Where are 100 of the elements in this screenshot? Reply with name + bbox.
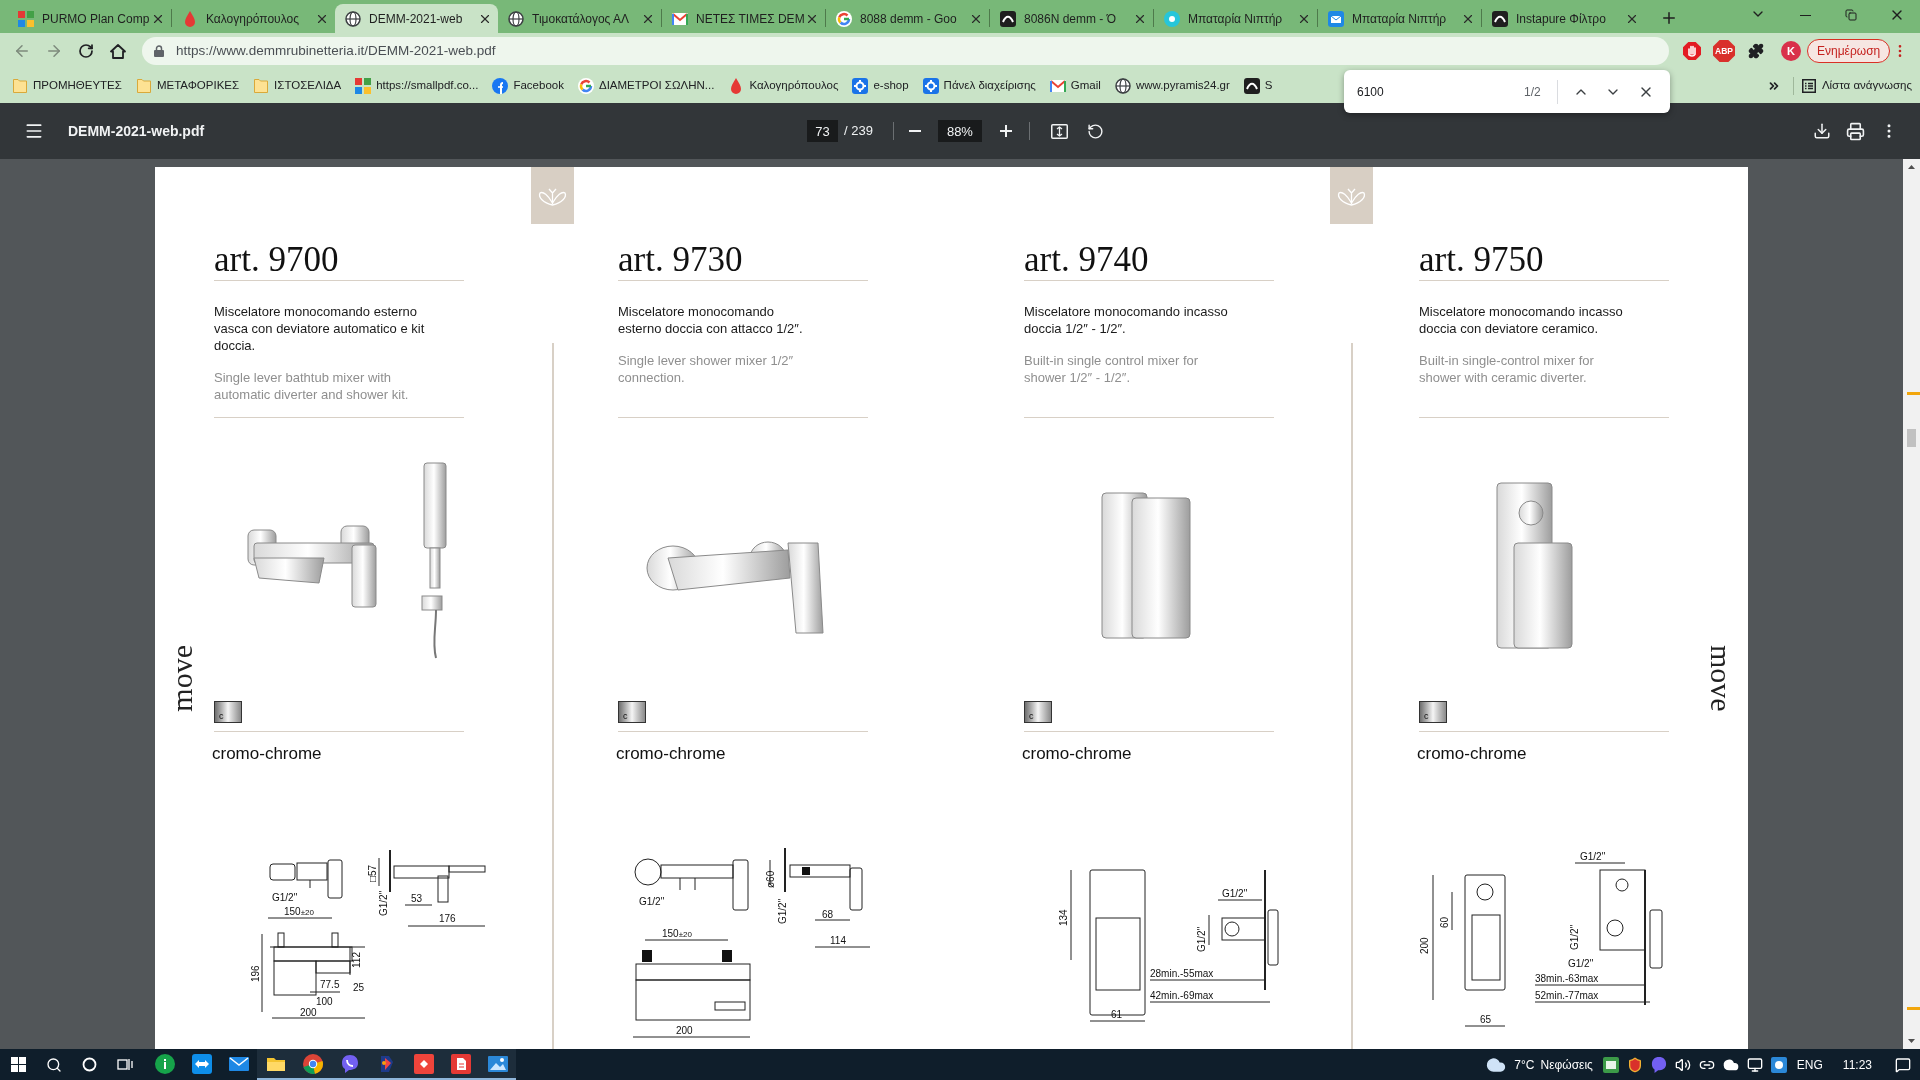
description-english: Built-in single control mixer for shower 1/2″ - 1/2″. bbox=[1024, 352, 1199, 386]
globe-icon bbox=[345, 10, 361, 27]
squares-icon bbox=[18, 10, 34, 27]
squares-icon bbox=[355, 78, 372, 94]
dimension-label: 68 bbox=[822, 909, 834, 920]
browser-tab[interactable]: Καλογηρόπουλος bbox=[172, 4, 335, 33]
app-tray-icon[interactable] bbox=[1602, 1056, 1619, 1073]
stop-hand-icon bbox=[1683, 42, 1701, 60]
arc-ring-icon bbox=[836, 10, 852, 27]
match-count: 1/2 bbox=[1524, 83, 1541, 101]
description-english: Single lever bathtub mixer with automatic diverter and shower kit. bbox=[214, 369, 409, 403]
dimension-label: 53 bbox=[411, 893, 423, 904]
arc-ring-icon bbox=[577, 78, 594, 94]
profile-avatar[interactable]: K bbox=[1781, 41, 1801, 61]
envelope-icon bbox=[1328, 10, 1344, 27]
dimension-label: 200 bbox=[1419, 937, 1430, 954]
bookmark-item[interactable]: ΔΙΑΜΕΤΡΟΙ ΣΩΛΗΝ... bbox=[571, 73, 721, 99]
finish-swatch: c bbox=[214, 701, 242, 723]
browser-tab[interactable]: Τιμοκατάλογος ΑΛ bbox=[498, 4, 661, 33]
dimension-label: G1/2" bbox=[378, 890, 389, 916]
drop-icon bbox=[182, 10, 198, 27]
print-icon[interactable] bbox=[1846, 121, 1865, 141]
taskbar-app[interactable] bbox=[479, 1049, 516, 1080]
side-label: move bbox=[171, 645, 193, 712]
dimension-label: 150±20 bbox=[284, 906, 314, 917]
page-count: / 239 bbox=[844, 122, 873, 141]
description-italian: Miscelatore monocomando esterno doccia con attacco 1/2″. bbox=[618, 303, 803, 337]
chat-bubble-icon bbox=[339, 1053, 360, 1074]
bookmark-item[interactable]: www.pyramis24.gr bbox=[1108, 73, 1236, 99]
mail-icon bbox=[672, 10, 688, 27]
description-italian: Miscelatore monocomando incasso doccia 1/2″ - 1/2″. bbox=[1024, 303, 1228, 337]
dimension-label: 200 bbox=[676, 1025, 693, 1036]
chat-bubble-icon[interactable] bbox=[1650, 1056, 1667, 1073]
minus-icon bbox=[908, 130, 921, 132]
shield-icon[interactable] bbox=[1626, 1056, 1643, 1073]
page-number-field[interactable]: 73 bbox=[807, 120, 838, 142]
description-english: Built-in single-control mixer for shower with ceramic diverter. bbox=[1419, 352, 1594, 386]
finish-name: cromo-chrome bbox=[212, 744, 322, 764]
browser-tab[interactable]: DEMM-2021-web bbox=[335, 4, 498, 33]
ring-icon bbox=[82, 1057, 97, 1072]
dimension-label: □57 bbox=[367, 864, 378, 882]
browser-tab[interactable]: 8088 demm - Goo bbox=[826, 4, 989, 33]
logo-badge-icon bbox=[1243, 78, 1260, 94]
crosshair-icon bbox=[922, 78, 939, 94]
address-bar[interactable]: https://www.demmrubinetteria.it/DEMM-2021-web.pdf bbox=[142, 37, 1669, 65]
dimension-label: 114 bbox=[830, 935, 846, 946]
temperature: 7°C bbox=[1514, 1056, 1535, 1074]
dimension-label: G1/2" bbox=[777, 898, 788, 924]
logo-badge-icon bbox=[1492, 10, 1508, 27]
plus-icon bbox=[1660, 9, 1678, 27]
dimension-label: G1/2" bbox=[1569, 924, 1580, 950]
diamond-app-icon bbox=[413, 1053, 434, 1074]
scrollbar-thumb[interactable] bbox=[1907, 429, 1916, 447]
home-icon bbox=[110, 43, 126, 59]
zoom-field[interactable]: 88% bbox=[937, 120, 982, 142]
browser-tab[interactable]: 8086N demm - Ό bbox=[990, 4, 1153, 33]
speaker-icon[interactable] bbox=[1674, 1056, 1691, 1073]
menu-icon[interactable] bbox=[24, 121, 44, 141]
bookmark-item[interactable]: https://smallpdf.co... bbox=[349, 73, 485, 99]
bookmark-item[interactable]: S bbox=[1237, 73, 1279, 99]
fit-page-icon bbox=[1051, 123, 1069, 139]
dimension-label: G1/2" bbox=[1568, 958, 1594, 969]
puzzle-icon bbox=[1748, 43, 1764, 59]
language-indicator[interactable]: ENG bbox=[1796, 1055, 1823, 1074]
bookmark-item[interactable]: Gmail bbox=[1043, 73, 1107, 99]
find-match-marker bbox=[1907, 392, 1920, 395]
monitor-icon[interactable] bbox=[1746, 1056, 1763, 1073]
taskbar-app[interactable] bbox=[257, 1049, 294, 1080]
browser-tab[interactable]: PURMO Plan Comp bbox=[8, 4, 171, 33]
bookmark-item[interactable]: Facebook bbox=[486, 73, 570, 99]
description-italian: Miscelatore monocomando incasso doccia con deviatore ceramico. bbox=[1419, 303, 1623, 337]
windows-logo-icon bbox=[10, 1057, 26, 1072]
bookmark-item[interactable]: e-shop bbox=[846, 73, 915, 99]
browser-tab[interactable]: Μπαταρία Νιπτήρ bbox=[1318, 4, 1481, 33]
bookmark-item[interactable]: ΜΕΤΑΦΟΡΙΚΕΣ bbox=[129, 73, 246, 99]
bookmark-item[interactable]: Καλογηρόπουλος bbox=[722, 73, 845, 99]
description-italian: Miscelatore monocomando esterno vasca con deviatore automatico e kit doccia. bbox=[214, 303, 425, 354]
globe-icon bbox=[508, 10, 524, 27]
f-circle-icon bbox=[492, 78, 509, 94]
bookmark-item[interactable]: Πάνελ διαχείρισης bbox=[916, 73, 1042, 99]
browser-tab[interactable]: Μπαταρία Νιπτήρ bbox=[1154, 4, 1317, 33]
browser-tab[interactable]: Instapure Φίλτρο bbox=[1482, 4, 1645, 33]
bookmark-item[interactable]: ΠΡΟΜΗΘΕΥΤΕΣ bbox=[6, 73, 128, 99]
browser-tab[interactable]: ΝΕΤΕΣ ΤΙΜΕΣ DEM bbox=[662, 4, 825, 33]
dimension-label: 25 bbox=[353, 982, 365, 993]
dimension-label: 134 bbox=[1058, 909, 1069, 926]
find-match-marker bbox=[1907, 1007, 1920, 1010]
dimension-label: 77.5 bbox=[320, 979, 340, 990]
clock-time[interactable]: 11:23 bbox=[1842, 1055, 1872, 1074]
arrows-app-icon bbox=[191, 1053, 212, 1074]
find-bar[interactable]: 6100 1/2 bbox=[1344, 70, 1670, 113]
dimension-label: G1/2" bbox=[1222, 888, 1248, 899]
dimension-label: 176 bbox=[439, 913, 456, 924]
dimension-label: G1/2" bbox=[639, 896, 665, 907]
reading-list-button[interactable]: Λίστα ανάγνωσης bbox=[1801, 73, 1912, 99]
app-tray-icon[interactable] bbox=[1770, 1056, 1787, 1073]
bookmark-item[interactable]: ΙΣΤΟΣΕΛΙΔΑ bbox=[247, 73, 348, 99]
update-button[interactable]: Ενημέρωση bbox=[1807, 39, 1891, 63]
download-icon[interactable] bbox=[1813, 122, 1831, 140]
dimension-label: 38min.-63max bbox=[1535, 973, 1599, 984]
